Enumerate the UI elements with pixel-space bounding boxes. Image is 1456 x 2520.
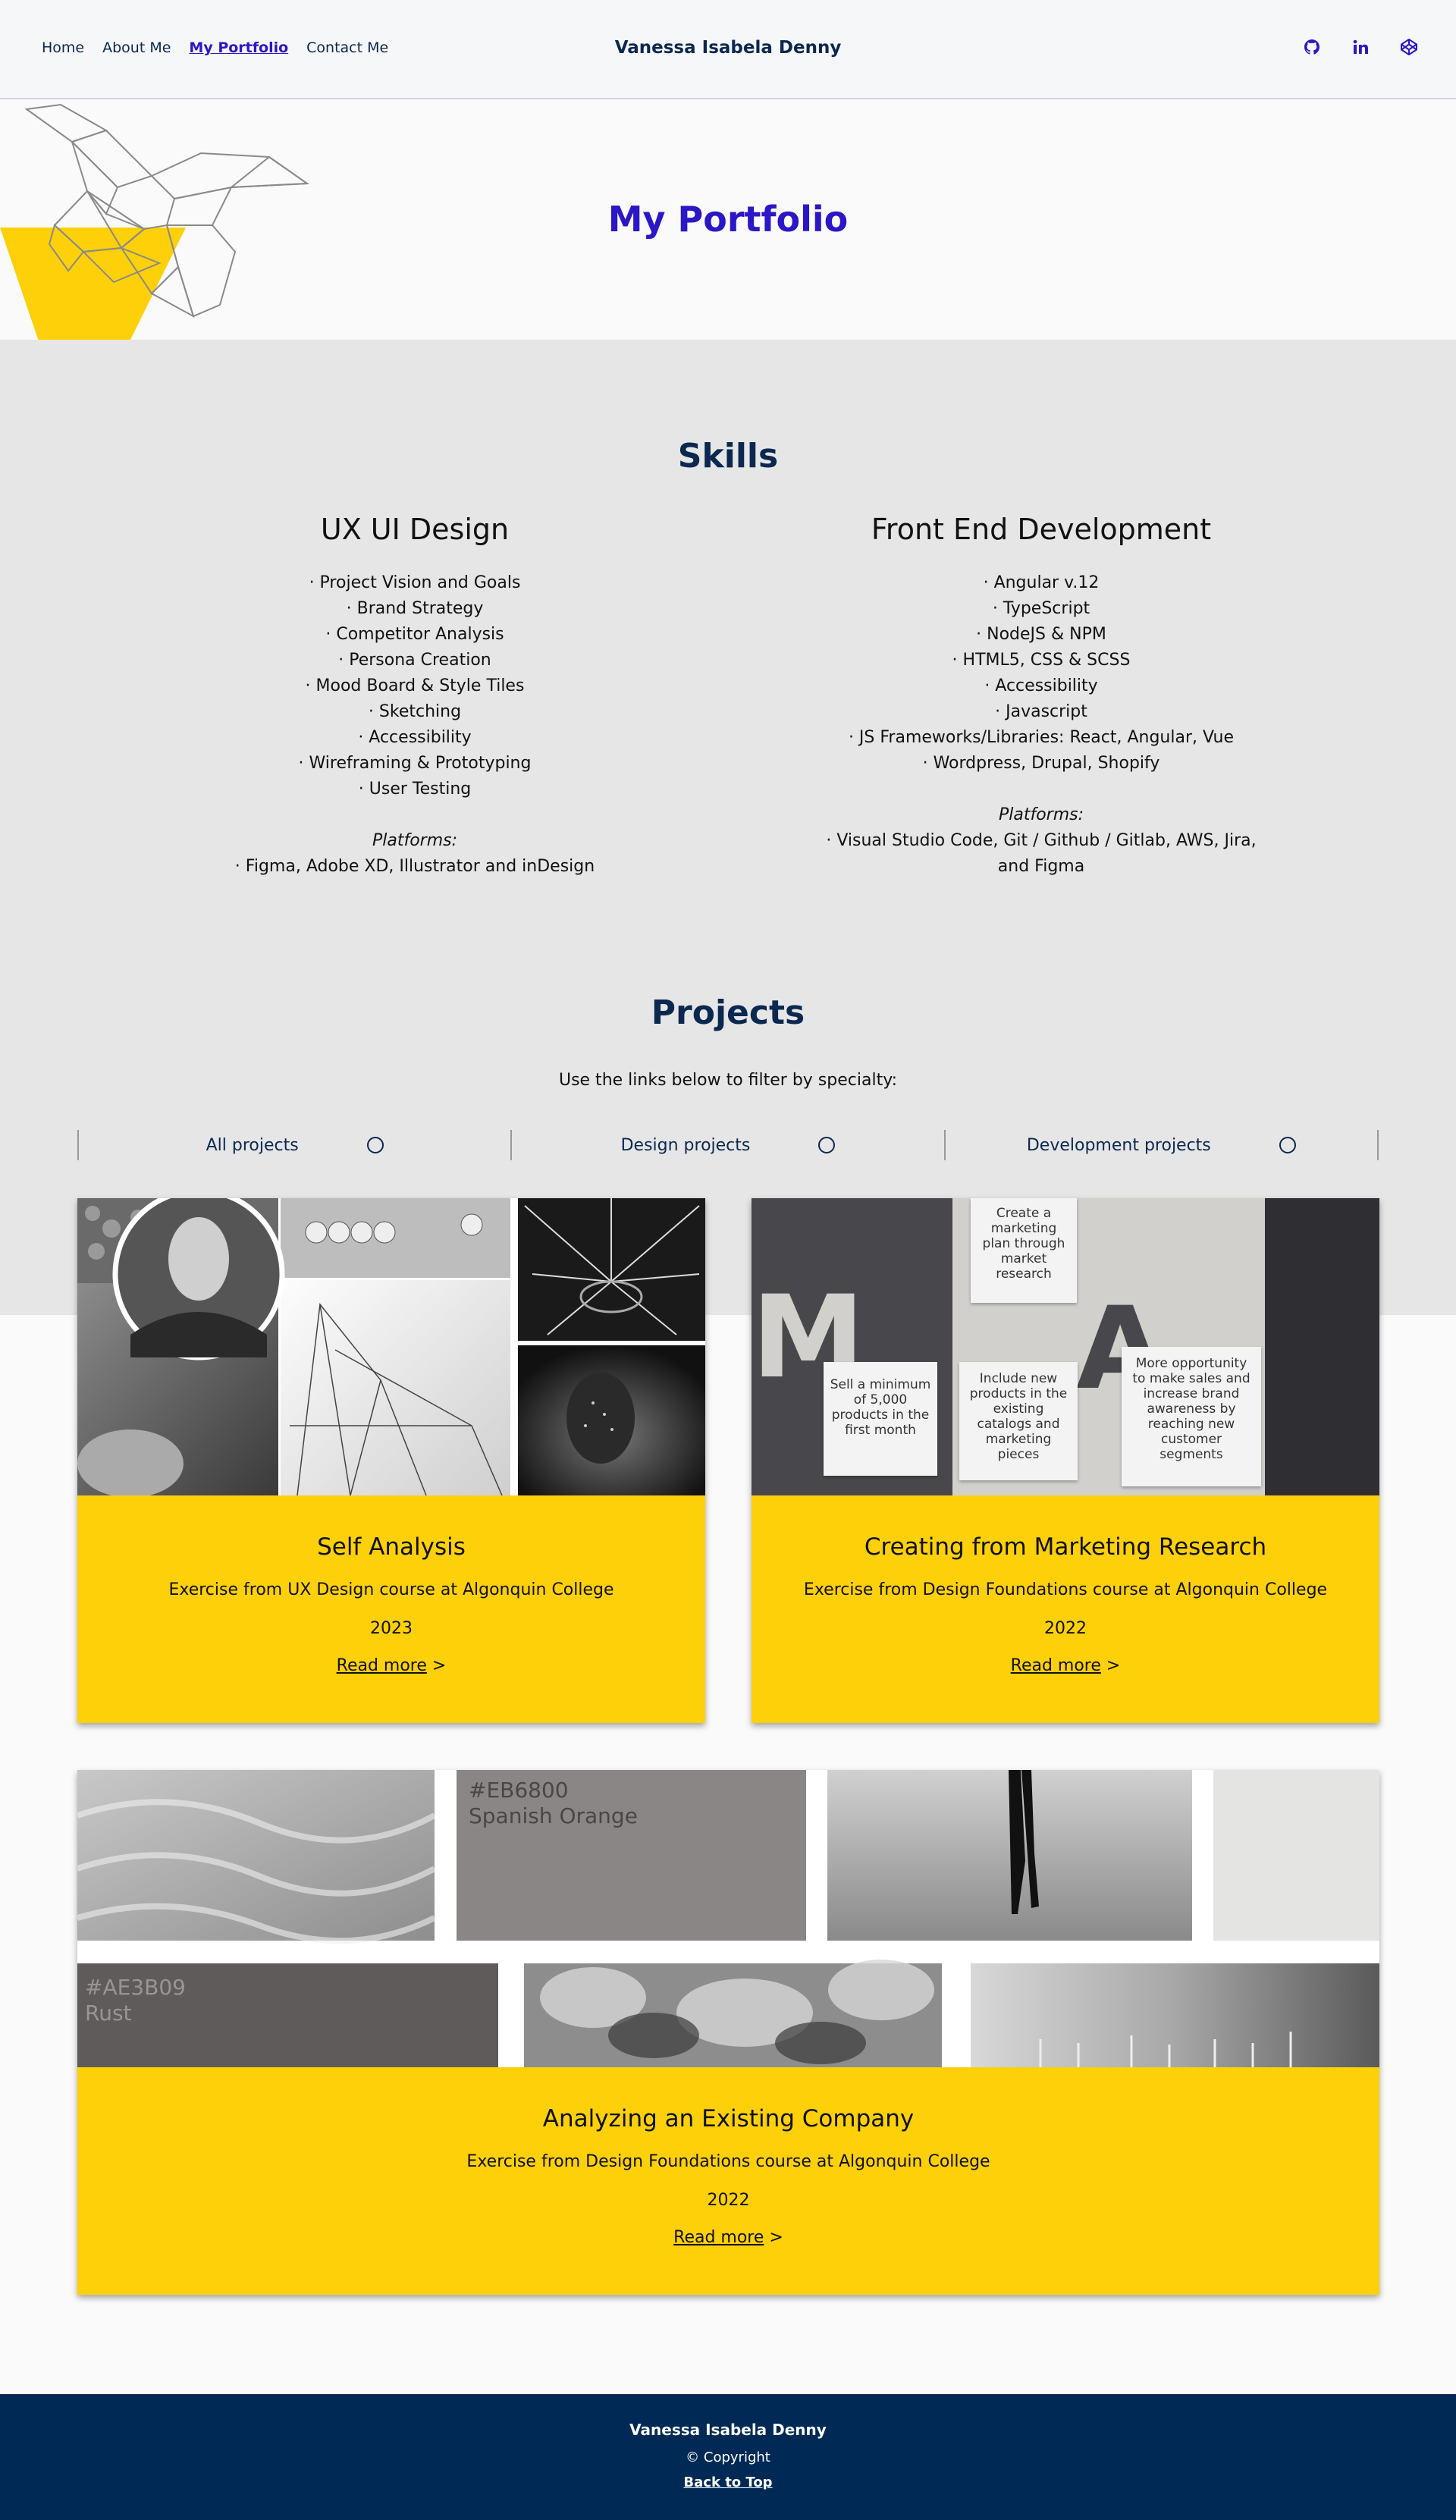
- card-year: 2022: [1044, 1619, 1087, 1638]
- list-item: · Accessibility: [984, 676, 1098, 695]
- filter-development-projects[interactable]: Development projects: [943, 1130, 1379, 1160]
- list-item: · Persona Creation: [338, 651, 491, 670]
- projects-heading: Projects: [651, 993, 805, 1032]
- list-item: · Javascript: [995, 702, 1087, 721]
- list-item: · Project Vision and Goals: [309, 573, 521, 592]
- list-item: · HTML5, CSS & SCSS: [952, 651, 1131, 670]
- swatch-name-label: Spanish Orange: [469, 1803, 638, 1828]
- list-item: · Sketching: [368, 702, 462, 721]
- project-filters: All projects Design projects Development…: [77, 1130, 1379, 1160]
- ux-skills-heading: UX UI Design: [320, 513, 510, 546]
- list-item: · Wordpress, Drupal, Shopify: [922, 754, 1160, 773]
- frontend-platforms-line-2: and Figma: [997, 857, 1085, 876]
- list-item: · TypeScript: [992, 599, 1090, 618]
- note-card: Create a marketing plan through market r…: [971, 1198, 1077, 1303]
- list-item: · Angular v.12: [983, 573, 1100, 592]
- card-description: Exercise from UX Design course at Algonq…: [168, 1580, 614, 1599]
- list-item: · User Testing: [358, 780, 472, 799]
- swatch-hex-label: #AE3B09: [85, 1975, 186, 2000]
- frontend-skills-list: · Angular v.12 · TypeScript · NodeJS & N…: [776, 570, 1307, 777]
- read-more-label: Read more: [336, 1656, 427, 1675]
- filter-label: Development projects: [1026, 1135, 1211, 1155]
- list-item: · Mood Board & Style Tiles: [305, 676, 525, 695]
- footer-name: Vanessa Isabela Denny: [629, 2421, 827, 2439]
- read-more-link[interactable]: Read more >: [673, 2228, 783, 2247]
- site-footer: Vanessa Isabela Denny © Copyright Back t…: [0, 2394, 1456, 2520]
- read-more-label: Read more: [673, 2228, 764, 2247]
- card-title: Self Analysis: [317, 1533, 466, 1561]
- top-navigation: Home About Me My Portfolio Contact Me Va…: [0, 0, 1456, 99]
- github-icon[interactable]: [1301, 36, 1323, 58]
- read-more-link[interactable]: Read more >: [337, 1656, 447, 1675]
- ux-platforms-label: Platforms:: [372, 831, 458, 850]
- linkedin-icon[interactable]: [1350, 36, 1371, 58]
- read-more-label: Read more: [1010, 1656, 1101, 1675]
- project-card-marketing-research[interactable]: M A Create a marketing plan through mark…: [752, 1198, 1379, 1723]
- social-links: [1301, 36, 1420, 58]
- codepen-icon[interactable]: [1398, 36, 1420, 58]
- project-card-self-analysis[interactable]: Self Analysis Exercise from UX Design co…: [77, 1198, 705, 1723]
- read-more-link[interactable]: Read more >: [1011, 1656, 1121, 1675]
- radio-icon[interactable]: [1279, 1137, 1296, 1153]
- mood-board-image: [77, 1198, 705, 1495]
- card-body: Self Analysis Exercise from UX Design co…: [77, 1533, 705, 1675]
- frontend-skills-column: Front End Development · Angular v.12 · T…: [776, 513, 1307, 880]
- radio-icon[interactable]: [818, 1137, 836, 1153]
- ux-skills-list: · Project Vision and Goals · Brand Strat…: [149, 570, 680, 802]
- frontend-platforms-label: Platforms:: [998, 805, 1084, 824]
- back-to-top-link[interactable]: Back to Top: [683, 2474, 772, 2490]
- ux-skills-column: UX UI Design · Project Vision and Goals …: [149, 513, 680, 880]
- frontend-platforms-line-1: · Visual Studio Code, Git / Github / Git…: [826, 831, 1257, 850]
- swatch-name-label: Rust: [85, 2001, 132, 2026]
- brand-analysis-image: [77, 1770, 1379, 2067]
- list-item: · JS Frameworks/Libraries: React, Angula…: [848, 728, 1235, 747]
- page-title: My Portfolio: [607, 199, 849, 240]
- card-title: Creating from Marketing Research: [864, 1533, 1267, 1561]
- filter-label: All projects: [206, 1135, 299, 1155]
- project-card-analyzing-company[interactable]: #EB6800 Spanish Orange #AE3B09 Rust Anal…: [77, 1770, 1379, 2295]
- footer-copyright: © Copyright: [686, 2449, 770, 2465]
- filter-label: Design projects: [620, 1135, 751, 1155]
- list-item: · Brand Strategy: [346, 599, 484, 618]
- filter-design-projects[interactable]: Design projects: [510, 1130, 943, 1160]
- list-item: · Accessibility: [358, 728, 472, 747]
- note-card: Include new products in the existing cat…: [959, 1362, 1078, 1480]
- card-year: 2023: [370, 1619, 413, 1638]
- site-brand[interactable]: Vanessa Isabela Denny: [0, 38, 1456, 58]
- frontend-skills-heading: Front End Development: [871, 513, 1212, 546]
- card-year: 2022: [707, 2191, 750, 2210]
- list-item: · NodeJS & NPM: [976, 625, 1106, 644]
- note-card: Sell a minimum of 5,000 products in the …: [824, 1362, 937, 1476]
- filter-all-projects[interactable]: All projects: [77, 1130, 510, 1160]
- chevron-right-icon: >: [1106, 1656, 1121, 1675]
- card-body: Creating from Marketing Research Exercis…: [752, 1533, 1379, 1675]
- card-title: Analyzing an Existing Company: [542, 2105, 915, 2132]
- chevron-right-icon: >: [769, 2228, 783, 2247]
- filter-intro-text: Use the links below to filter by special…: [558, 1071, 898, 1090]
- note-card: More opportunity to make sales and incre…: [1122, 1347, 1261, 1486]
- list-item: · Competitor Analysis: [325, 625, 504, 644]
- list-item: · Wireframing & Prototyping: [298, 754, 532, 773]
- swatch-hex-label: #EB6800: [469, 1778, 569, 1803]
- chevron-right-icon: >: [431, 1656, 447, 1675]
- card-body: Analyzing an Existing Company Exercise f…: [77, 2105, 1379, 2247]
- card-description: Exercise from Design Foundations course …: [466, 2152, 990, 2171]
- radio-icon[interactable]: [366, 1137, 384, 1153]
- card-description: Exercise from Design Foundations course …: [803, 1580, 1328, 1599]
- skills-heading: Skills: [677, 437, 779, 475]
- ux-platforms-value: · Figma, Adobe XD, Illustrator and inDes…: [234, 857, 595, 876]
